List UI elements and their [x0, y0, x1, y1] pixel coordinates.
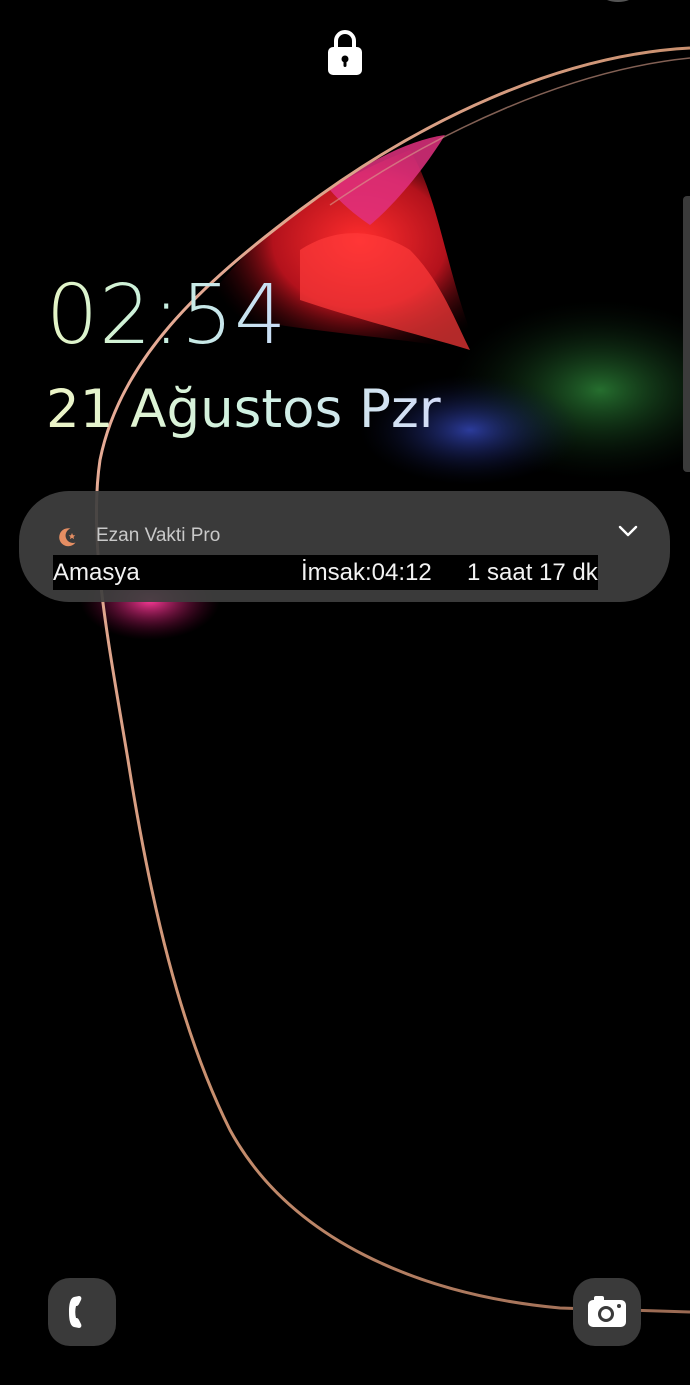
- edge-panel-handle[interactable]: [683, 196, 690, 472]
- lockscreen-clock: 02:54: [46, 268, 288, 363]
- camera-cutout-ring: [607, 0, 629, 2]
- city-label: Amasya: [53, 559, 140, 586]
- phone-shortcut-button[interactable]: [48, 1278, 116, 1346]
- lock-screen: 02:54 21 Ağustos Pzr Ezan Vakti Pro Amas…: [0, 0, 690, 1385]
- chevron-down-icon[interactable]: [617, 523, 639, 539]
- notification-app-name: Ezan Vakti Pro: [96, 525, 221, 546]
- prayer-time-label: İmsak:04:12: [301, 559, 432, 586]
- camera-icon: [588, 1296, 626, 1327]
- lockscreen-date: 21 Ağustos Pzr: [46, 376, 441, 444]
- notification-content: Amasya İmsak:04:12 1 saat 17 dk: [53, 555, 598, 590]
- remaining-time-label: 1 saat 17 dk: [467, 559, 598, 586]
- notification-card[interactable]: Ezan Vakti Pro Amasya İmsak:04:12 1 saat…: [19, 491, 670, 602]
- camera-shortcut-button[interactable]: [573, 1278, 641, 1346]
- phone-icon: [69, 1296, 82, 1328]
- wallpaper-image: [0, 0, 690, 1385]
- lock-icon[interactable]: [327, 28, 363, 76]
- crescent-star-icon: [59, 528, 76, 547]
